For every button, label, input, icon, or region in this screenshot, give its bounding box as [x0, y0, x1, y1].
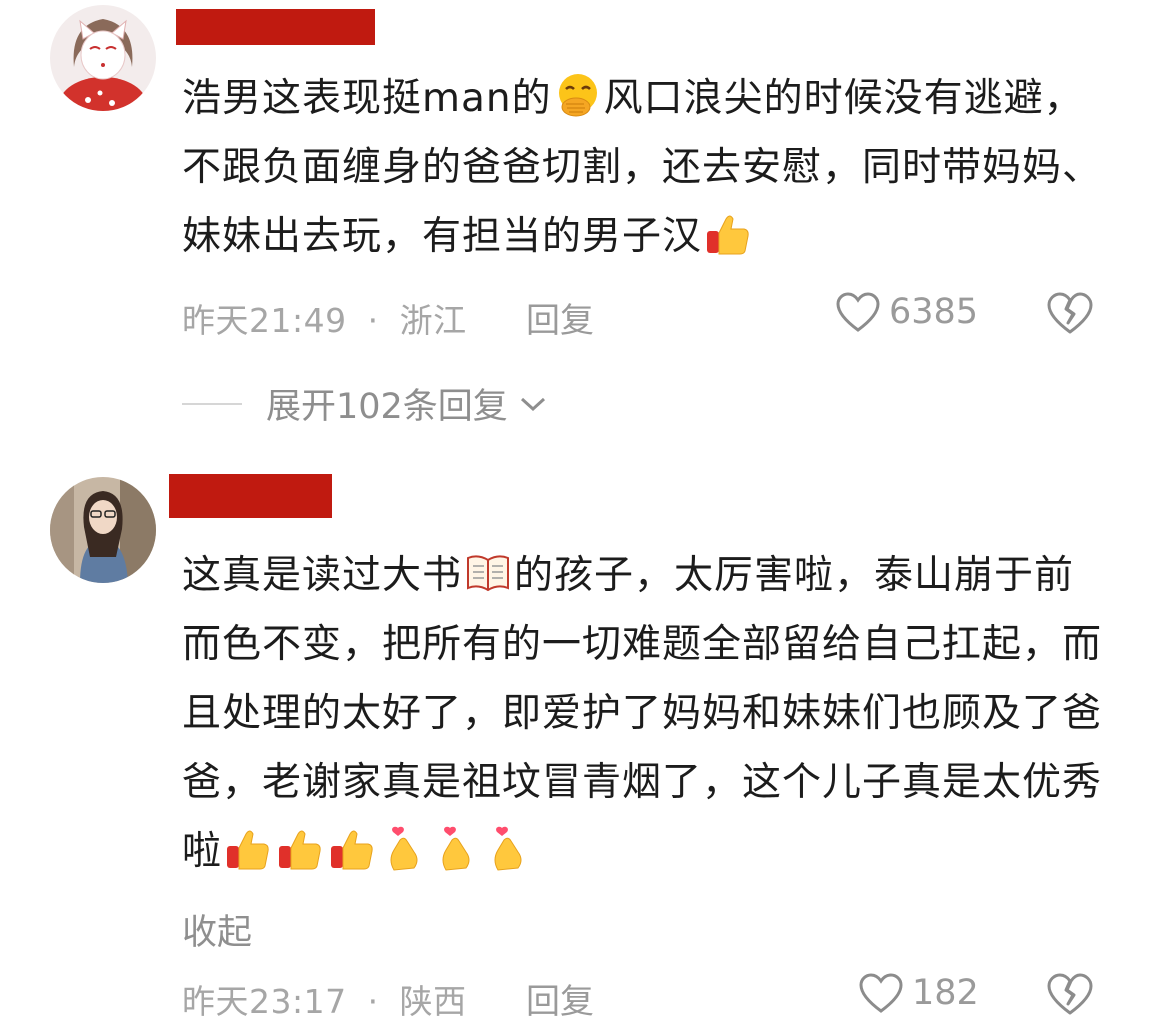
reply-button[interactable]: 回复 [526, 974, 594, 1023]
dislike-button[interactable] [1046, 972, 1094, 1020]
broken-heart-icon [1047, 973, 1093, 1015]
thumbs-up-emoji-icon [279, 830, 321, 870]
comment-location: 陕西 [399, 982, 467, 1021]
like-count: 182 [912, 973, 979, 1013]
avatar-image-icon [50, 477, 156, 583]
meta-separator: · [367, 982, 379, 1021]
comment-meta: 昨天23:17 · 陕西 [182, 975, 467, 1023]
trailing-emojis [222, 826, 534, 874]
comment-time: 昨天23:17 [182, 982, 347, 1021]
thumbs-up-emoji-icon [227, 830, 269, 870]
collapse-button[interactable]: 收起 [182, 904, 252, 955]
finger-heart-emoji-icon [494, 826, 522, 871]
finger-heart-emoji-icon [442, 826, 470, 871]
finger-heart-emoji-icon [390, 826, 418, 871]
comment-text-part1: 这真是读过大书 [182, 553, 463, 598]
open-book-emoji-icon [467, 555, 510, 592]
thumbs-up-emoji-icon [331, 830, 373, 870]
comment-2: 这真是读过大书 的孩子，太厉害啦，泰山崩于前而色不变，把所有的一切难题全部留给自… [0, 0, 1152, 1028]
avatar[interactable] [50, 477, 156, 583]
username-redacted[interactable] [169, 474, 332, 518]
heart-icon [859, 973, 903, 1013]
comment-body: 这真是读过大书 的孩子，太厉害啦，泰山崩于前而色不变，把所有的一切难题全部留给自… [182, 541, 1112, 886]
like-button[interactable]: 182 [858, 972, 979, 1014]
